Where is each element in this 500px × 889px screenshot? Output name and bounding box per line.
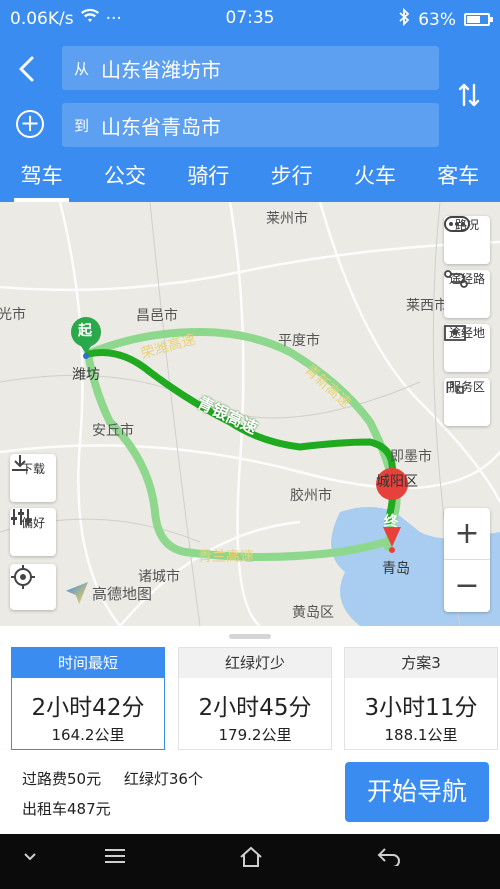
route-option-2[interactable]: 红绿灯少 2小时45分 179.2公里	[178, 647, 332, 750]
route-option-time: 2小时42分	[31, 695, 145, 721]
origin-prefix: 从	[74, 59, 90, 78]
preferences-button[interactable]: 偏好	[10, 508, 56, 556]
map-label-jiaozhou: 胶州市	[290, 488, 332, 504]
map-label-qingdao: 青岛	[382, 561, 410, 577]
start-navigation-button[interactable]: 开始导航	[345, 762, 489, 822]
battery-percent: 63%	[418, 9, 456, 30]
plus-icon: +	[19, 109, 41, 137]
route-header: + 从 山东省潍坊市 到 山东省青岛市 驾车 公交 骑行 步行 火车 客车	[0, 36, 500, 202]
zoom-in-button[interactable]: +	[444, 508, 490, 560]
bluetooth-icon	[398, 7, 410, 31]
route-info-row-2: 出租车487元	[22, 798, 129, 819]
drag-handle[interactable]	[229, 634, 271, 639]
amap-logo: 高德地图	[66, 582, 152, 604]
add-waypoint-button[interactable]: +	[16, 110, 44, 138]
tab-train[interactable]: 火车	[333, 156, 416, 202]
swap-button[interactable]	[456, 81, 482, 116]
route-panel: 时间最短 2小时42分 164.2公里 红绿灯少 2小时45分 179.2公里 …	[0, 626, 500, 834]
route-option-tag: 时间最短	[12, 648, 164, 678]
destination-prefix: 到	[74, 116, 90, 135]
via-place-button[interactable]: 途经地	[444, 324, 490, 372]
tab-drive[interactable]: 驾车	[0, 156, 83, 202]
end-marker-label: 终	[384, 514, 398, 530]
swap-icon	[458, 83, 480, 107]
crosshair-icon	[11, 565, 35, 589]
tab-bike[interactable]: 骑行	[167, 156, 250, 202]
amap-logo-text: 高德地图	[92, 584, 153, 603]
zoom-control: + −	[444, 508, 490, 612]
route-option-distance: 179.2公里	[218, 726, 292, 744]
status-bar: 0.06K/s ··· 07:35 63%	[0, 0, 500, 36]
route-option-1[interactable]: 时间最短 2小时42分 164.2公里	[11, 647, 165, 750]
map-label-pingdu: 平度市	[278, 333, 320, 349]
home-icon[interactable]	[238, 846, 264, 874]
map-label-laixi: 莱西市	[406, 298, 448, 314]
battery-icon	[464, 13, 493, 26]
service-area-button[interactable]: P 服务区	[444, 378, 490, 426]
svg-text:P: P	[445, 378, 455, 396]
destination-value: 山东省青岛市	[101, 114, 222, 139]
route-map[interactable]: 莱州市 光市 昌邑市 平度市 莱西市 潍坊 安丘市 即墨市 城阳区 胶州市 青岛…	[0, 202, 500, 626]
map-tools-right: 路况 途经路 途经地 P 服务区	[444, 210, 490, 432]
back-button[interactable]	[14, 54, 44, 84]
map-label-laizhou: 莱州市	[266, 211, 308, 227]
map-label-changyi: 昌邑市	[136, 308, 178, 324]
map-label-chengyang: 城阳区	[376, 474, 418, 490]
via-road-button[interactable]: 途经路	[444, 270, 490, 318]
route-option-3[interactable]: 方案3 3小时11分 188.1公里	[344, 647, 498, 750]
map-label-weifang: 潍坊	[72, 367, 100, 383]
clock: 07:35	[225, 8, 275, 28]
route-option-tag: 红绿灯少	[179, 648, 331, 678]
map-label-jimo: 即墨市	[390, 449, 432, 465]
back-nav-icon[interactable]	[376, 846, 402, 872]
transport-tabs: 驾车 公交 骑行 步行 火车 客车	[0, 156, 500, 202]
route-option-distance: 188.1公里	[384, 726, 458, 744]
zoom-out-button[interactable]: −	[444, 560, 490, 612]
download-button[interactable]: 下载	[10, 454, 56, 502]
tab-coach[interactable]: 客车	[417, 156, 500, 202]
road-label-qinglan: 青兰高速	[198, 549, 254, 565]
destination-field[interactable]: 到 山东省青岛市	[62, 103, 439, 147]
menu-icon[interactable]	[104, 846, 126, 871]
route-option-time: 2小时45分	[198, 695, 312, 721]
route-option-tag: 方案3	[345, 648, 497, 678]
traffic-lights-text: 红绿灯36个	[123, 770, 203, 788]
origin-field[interactable]: 从 山东省潍坊市	[62, 46, 439, 90]
chevron-left-icon	[19, 56, 34, 82]
start-marker-label: 起	[78, 323, 92, 339]
route-option-distance: 164.2公里	[51, 726, 125, 744]
chevron-down-icon[interactable]	[22, 846, 38, 871]
amap-logo-icon	[66, 582, 88, 604]
route-info-row-1: 过路费50元 红绿灯36个	[22, 768, 221, 789]
route-option-time: 3小时11分	[364, 695, 478, 721]
origin-value: 山东省潍坊市	[101, 57, 222, 82]
tab-walk[interactable]: 步行	[250, 156, 333, 202]
locate-button[interactable]	[10, 564, 56, 610]
map-label-huangdao: 黄岛区	[292, 605, 334, 621]
map-label-shouguang: 光市	[0, 307, 26, 323]
traffic-button[interactable]: 路况	[444, 216, 490, 264]
taxi-fare-text: 出租车487元	[22, 800, 111, 818]
toll-text: 过路费50元	[22, 770, 102, 788]
system-nav-bar	[0, 834, 500, 889]
map-label-anqiu: 安丘市	[92, 423, 134, 439]
tab-bus[interactable]: 公交	[83, 156, 166, 202]
